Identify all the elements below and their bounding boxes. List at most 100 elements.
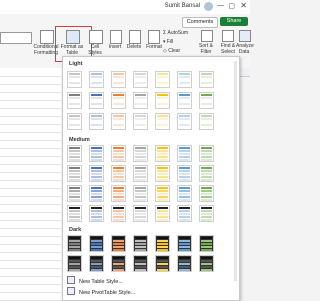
table-style-tile[interactable]	[89, 235, 104, 252]
table-style-tile[interactable]	[199, 113, 214, 130]
table-style-tile[interactable]	[155, 71, 170, 88]
table-style-tile[interactable]	[177, 235, 192, 252]
table-style-tile[interactable]	[67, 205, 82, 222]
cell-styles-button[interactable]: Cell Styles	[84, 44, 106, 56]
grid-line	[0, 204, 64, 205]
table-style-tile[interactable]	[89, 165, 104, 182]
table-style-tile[interactable]	[155, 235, 170, 252]
table-style-tile[interactable]	[177, 145, 192, 162]
table-style-tile[interactable]	[155, 255, 170, 272]
table-style-tile[interactable]	[155, 165, 170, 182]
table-style-tile[interactable]	[133, 71, 148, 88]
table-style-tile[interactable]	[67, 255, 82, 272]
close-icon[interactable]: ✕	[240, 1, 247, 10]
table-style-tile[interactable]	[67, 235, 82, 252]
table-style-tile[interactable]	[89, 113, 104, 130]
worksheet-grid[interactable]	[0, 68, 64, 301]
table-style-tile[interactable]	[133, 113, 148, 130]
tile-row	[135, 240, 146, 242]
table-style-tile[interactable]	[67, 113, 82, 130]
table-style-tile[interactable]	[177, 255, 192, 272]
table-style-tile[interactable]	[111, 185, 126, 202]
delete-button[interactable]: Delete	[124, 44, 144, 50]
tile-row	[201, 176, 212, 178]
table-style-tile[interactable]	[177, 113, 192, 130]
table-style-tile[interactable]	[155, 113, 170, 130]
insert-icon	[110, 30, 122, 44]
user-name[interactable]: Sumit Bansal	[165, 3, 200, 9]
tile-row	[201, 213, 212, 215]
gallery-scrollbar[interactable]	[234, 61, 237, 281]
table-style-tile[interactable]	[155, 145, 170, 162]
tile-row	[157, 106, 168, 108]
table-style-tile[interactable]	[89, 71, 104, 88]
table-style-tile[interactable]	[177, 71, 192, 88]
format-button[interactable]: Format	[143, 44, 165, 50]
comments-button[interactable]: Comments	[182, 17, 218, 28]
tile-row	[113, 156, 124, 158]
table-style-tile[interactable]	[133, 185, 148, 202]
table-style-tile[interactable]	[89, 145, 104, 162]
table-style-tile[interactable]	[111, 145, 126, 162]
table-style-tile[interactable]	[111, 113, 126, 130]
table-style-tile[interactable]	[199, 145, 214, 162]
table-style-tile[interactable]	[177, 165, 192, 182]
table-style-tile[interactable]	[133, 235, 148, 252]
table-style-tile[interactable]	[155, 92, 170, 109]
fill-button[interactable]: ▾ Fill	[163, 39, 173, 45]
table-style-tile[interactable]	[67, 145, 82, 162]
table-style-tile[interactable]	[111, 205, 126, 222]
table-style-tile[interactable]	[111, 165, 126, 182]
table-style-tile[interactable]	[89, 92, 104, 109]
tile-row	[135, 73, 146, 75]
tile-row	[201, 82, 212, 84]
tile-row	[157, 260, 168, 262]
number-format-dropdown[interactable]	[0, 32, 32, 44]
table-style-tile[interactable]	[111, 235, 126, 252]
table-style-tile[interactable]	[67, 71, 82, 88]
table-style-tile[interactable]	[133, 145, 148, 162]
table-style-tile[interactable]	[133, 205, 148, 222]
table-style-tile[interactable]	[177, 185, 192, 202]
table-style-tile[interactable]	[199, 71, 214, 88]
analyze-data-button[interactable]: Analyze Data	[236, 43, 254, 55]
restore-icon[interactable]: ▢	[228, 2, 235, 10]
table-style-tile[interactable]	[67, 185, 82, 202]
table-style-tile[interactable]	[133, 92, 148, 109]
avatar[interactable]	[204, 2, 213, 11]
table-style-tile[interactable]	[155, 205, 170, 222]
table-style-tile[interactable]	[199, 205, 214, 222]
tile-row	[157, 243, 168, 245]
table-style-tile[interactable]	[155, 185, 170, 202]
table-style-tile[interactable]	[177, 92, 192, 109]
insert-button[interactable]: Insert	[106, 44, 124, 50]
table-style-tile[interactable]	[177, 205, 192, 222]
minimize-icon[interactable]: —	[217, 2, 224, 9]
table-style-tile[interactable]	[199, 255, 214, 272]
table-style-tile[interactable]	[89, 205, 104, 222]
new-table-style-menu-item[interactable]: New Table Style...	[67, 276, 123, 285]
table-style-tile[interactable]	[133, 255, 148, 272]
table-style-tile[interactable]	[67, 92, 82, 109]
table-style-tile[interactable]	[89, 255, 104, 272]
table-style-tile[interactable]	[89, 185, 104, 202]
table-style-tile[interactable]	[199, 235, 214, 252]
tile-row	[179, 79, 190, 81]
tile-row	[157, 167, 168, 169]
table-style-tile[interactable]	[133, 165, 148, 182]
table-style-tile[interactable]	[199, 165, 214, 182]
grid-line	[0, 124, 64, 125]
tile-row	[69, 246, 80, 248]
share-button[interactable]: Share	[220, 17, 248, 26]
clear-button[interactable]: ◇ Clear	[163, 48, 180, 54]
tile-row	[113, 187, 124, 189]
new-pivottable-style-menu-item[interactable]: New PivotTable Style...	[67, 287, 135, 296]
table-style-tile[interactable]	[111, 255, 126, 272]
table-style-tile[interactable]	[199, 92, 214, 109]
table-style-tile[interactable]	[111, 92, 126, 109]
table-style-tile[interactable]	[67, 165, 82, 182]
sort-filter-button[interactable]: Sort & Filter	[194, 43, 218, 55]
table-style-tile[interactable]	[199, 185, 214, 202]
autosum-button[interactable]: Σ AutoSum	[163, 30, 188, 36]
table-style-tile[interactable]	[111, 71, 126, 88]
